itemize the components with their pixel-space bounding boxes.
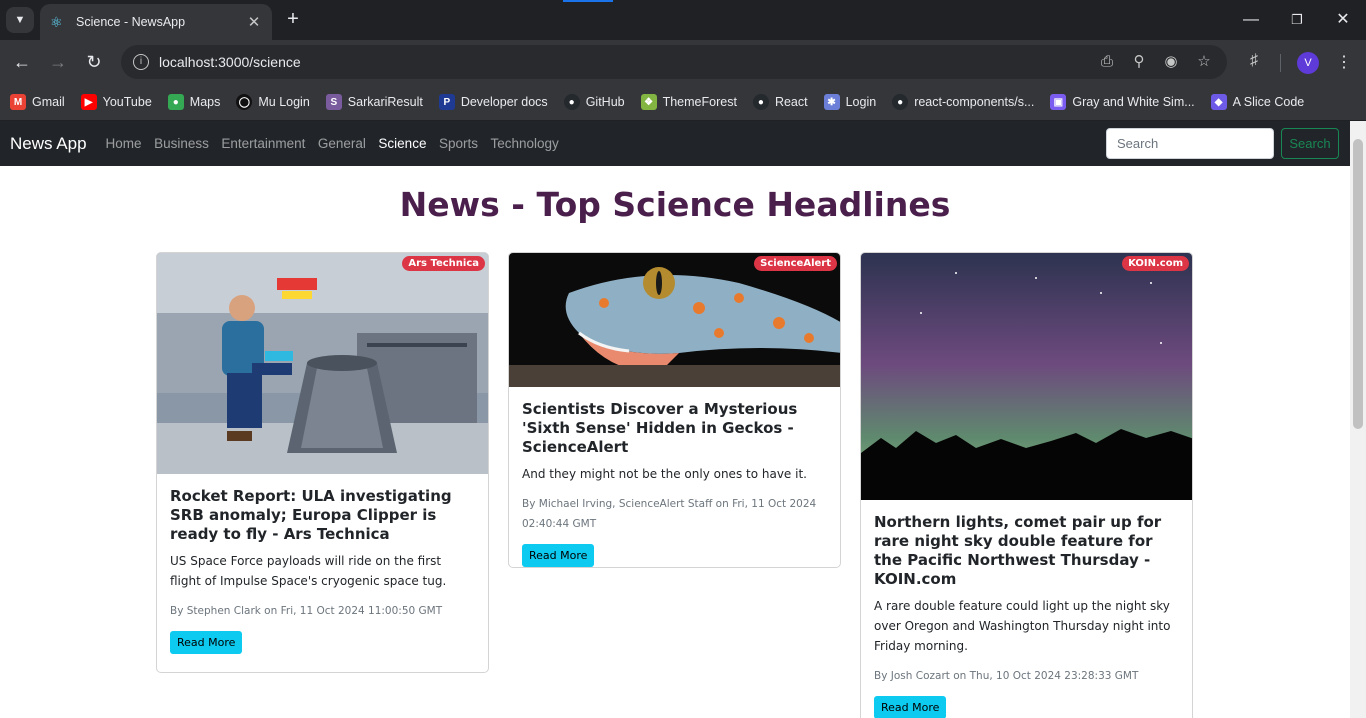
article-description: US Space Force payloads will ride on the… (170, 554, 447, 588)
page-title: News - Top Science Headlines (399, 185, 951, 224)
page-viewport: News App Home Business Entertainment Gen… (0, 121, 1366, 718)
eye-off-icon[interactable]: ◉ (1161, 52, 1181, 72)
github-icon: ● (752, 94, 769, 110)
maps-icon: ● (167, 94, 184, 110)
minimize-button[interactable]: — (1236, 8, 1266, 32)
close-icon[interactable]: ✕ (246, 13, 262, 31)
bookmark-gray-white[interactable]: ▣ Gray and White Sim... (1050, 94, 1195, 110)
zoom-icon[interactable]: ⚲ (1129, 52, 1149, 72)
scrollbar-thumb[interactable] (1353, 139, 1363, 429)
nav-link-science[interactable]: Science (378, 136, 426, 151)
install-app-icon[interactable]: ⎙ (1097, 52, 1117, 72)
bookmark-mu-login[interactable]: ◯ Mu Login (236, 94, 310, 110)
rocket-engine-photo (157, 253, 488, 474)
aurora-photo (861, 253, 1192, 500)
article-meta: By Stephen Clark on Fri, 11 Oct 2024 11:… (170, 605, 443, 617)
news-card: ScienceAlert Scientists Discover a Myste… (508, 252, 841, 568)
github-icon: ● (563, 94, 580, 110)
nav-link-business[interactable]: Business (154, 136, 209, 151)
nav-link-general[interactable]: General (318, 136, 366, 151)
bookmark-youtube[interactable]: ▶ YouTube (80, 94, 152, 110)
new-tab-button[interactable]: + (282, 8, 304, 32)
read-more-button[interactable]: Read More (522, 544, 595, 567)
youtube-icon: ▶ (80, 94, 97, 110)
source-badge: Ars Technica (402, 256, 485, 271)
tab-title: Science - NewsApp (76, 15, 186, 29)
bookmark-login[interactable]: ✱ Login (823, 94, 876, 110)
article-meta: By Josh Cozart on Thu, 10 Oct 2024 23:28… (874, 670, 1139, 682)
url-text: localhost:3000/science (159, 54, 301, 70)
react-icon: ⚛ (50, 14, 63, 30)
menu-icon[interactable]: ⋮ (1334, 52, 1354, 74)
forward-button[interactable]: → (46, 50, 70, 74)
active-tab[interactable]: ⚛ Science - NewsApp ✕ (40, 4, 272, 40)
bookmark-sarkariresult[interactable]: S SarkariResult (325, 94, 423, 110)
themeforest-icon: ❖ (640, 94, 657, 110)
extensions-icon[interactable]: ♯ (1244, 52, 1264, 72)
article-image: KOIN.com (861, 253, 1192, 500)
navbar-brand[interactable]: News App (10, 134, 87, 154)
tab-indicator (563, 0, 613, 2)
bookmark-github[interactable]: ● GitHub (563, 94, 625, 110)
bookmark-star-icon[interactable]: ☆ (1194, 52, 1214, 72)
nav-link-sports[interactable]: Sports (439, 136, 478, 151)
source-badge: KOIN.com (1122, 256, 1189, 271)
search-button[interactable]: Search (1281, 128, 1339, 159)
address-bar[interactable]: i localhost:3000/science (121, 45, 1227, 79)
site-navbar: News App Home Business Entertainment Gen… (0, 121, 1350, 166)
gecko-photo (509, 253, 840, 387)
login-icon: ✱ (823, 94, 840, 110)
news-card: Ars Technica Rocket Report: ULA investig… (156, 252, 489, 673)
nav-link-technology[interactable]: Technology (490, 136, 558, 151)
mu-icon: ◯ (236, 94, 253, 110)
paypal-icon: P (438, 94, 455, 110)
article-description: And they might not be the only ones to h… (522, 467, 807, 481)
article-description: A rare double feature could light up the… (874, 599, 1171, 653)
nav-link-home[interactable]: Home (106, 136, 142, 151)
read-more-button[interactable]: Read More (874, 696, 947, 718)
article-meta: By Michael Irving, ScienceAlert Staff on… (522, 498, 817, 530)
reload-button[interactable]: ↻ (82, 50, 106, 74)
slice-icon: ◆ (1210, 94, 1227, 110)
bookmark-developer-docs[interactable]: P Developer docs (438, 94, 548, 110)
read-more-button[interactable]: Read More (170, 631, 243, 654)
sarkari-icon: S (325, 94, 342, 110)
site-info-icon[interactable]: i (133, 54, 149, 70)
tab-search-button[interactable]: ▼ (6, 7, 34, 33)
tab-strip: ▼ ⚛ Science - NewsApp ✕ + — ❐ ✕ (0, 0, 1366, 40)
bookmark-themeforest[interactable]: ❖ ThemeForest (640, 94, 737, 110)
article-title: Northern lights, comet pair up for rare … (874, 513, 1162, 588)
bookmark-maps[interactable]: ● Maps (167, 94, 220, 110)
canva-icon: ▣ (1050, 94, 1067, 110)
article-title: Scientists Discover a Mysterious 'Sixth … (522, 400, 798, 456)
bookmark-react[interactable]: ● React (752, 94, 808, 110)
toolbar-divider (1280, 54, 1281, 72)
profile-avatar[interactable]: V (1297, 52, 1319, 74)
search-input[interactable] (1106, 128, 1274, 159)
article-title: Rocket Report: ULA investigating SRB ano… (170, 487, 452, 543)
page-scrollbar[interactable] (1350, 121, 1366, 718)
article-image: Ars Technica (157, 253, 488, 474)
article-image: ScienceAlert (509, 253, 840, 387)
gmail-icon: M (10, 94, 26, 110)
back-button[interactable]: ← (10, 50, 34, 74)
news-card: KOIN.com Northern lights, comet pair up … (860, 252, 1193, 718)
restore-button[interactable]: ❐ (1282, 8, 1312, 32)
close-window-button[interactable]: ✕ (1328, 8, 1358, 32)
github-icon: ● (892, 94, 909, 110)
bookmark-gmail[interactable]: M Gmail (10, 94, 65, 110)
bookmark-a-slice-code[interactable]: ◆ A Slice Code (1210, 94, 1304, 110)
bookmark-react-components[interactable]: ● react-components/s... (892, 94, 1034, 110)
browser-toolbar: ← → ↻ i localhost:3000/science ⎙ ⚲ ◉ ☆ (0, 40, 1366, 84)
nav-link-entertainment[interactable]: Entertainment (221, 136, 305, 151)
bookmarks-bar: M Gmail ▶ YouTube ● Maps ◯ Mu Login S Sarkari… (0, 84, 1366, 121)
source-badge: ScienceAlert (754, 256, 837, 271)
